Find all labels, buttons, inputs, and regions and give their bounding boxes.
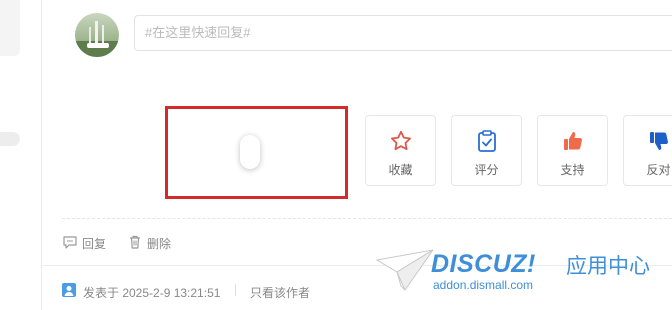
- star-icon: [391, 130, 411, 151]
- thumbs-up-icon: [564, 132, 582, 150]
- favorite-label: 收藏: [388, 163, 413, 177]
- watermark-url: addon.dismall.com: [433, 278, 534, 292]
- quick-reply-input[interactable]: #在这里快速回复#: [134, 15, 672, 51]
- favorite-button[interactable]: 收藏: [365, 115, 436, 186]
- support-button[interactable]: 支持: [537, 115, 608, 186]
- watermark-brand: DISCUZ!: [431, 250, 536, 278]
- support-label: 支持: [560, 163, 585, 177]
- avatar[interactable]: [75, 13, 119, 57]
- discuz-watermark: DISCUZ! 应用中心 addon.dismall.com: [375, 240, 665, 300]
- oppose-label: 反对: [646, 163, 671, 177]
- avatar-image: [75, 13, 119, 57]
- rate-label: 评分: [474, 163, 499, 177]
- trash-icon: [130, 235, 140, 249]
- sidebar-pill: [0, 132, 20, 146]
- sidebar-card: [0, 0, 20, 56]
- divider: [62, 218, 672, 219]
- paper-plane-icon: [375, 249, 434, 292]
- only-author-link[interactable]: 只看该作者: [250, 284, 310, 301]
- delete-label: 删除: [147, 237, 172, 251]
- comment-icon: [63, 236, 77, 249]
- reply-label: 回复: [82, 237, 107, 251]
- toggle-pill[interactable]: [240, 135, 260, 169]
- rate-button[interactable]: 评分: [451, 115, 522, 186]
- meta-separator: [235, 284, 236, 296]
- user-icon: [62, 283, 76, 297]
- watermark-cn: 应用中心: [566, 255, 650, 278]
- left-sidebar: [0, 0, 42, 310]
- highlight-box: [165, 106, 348, 199]
- oppose-button[interactable]: 反对: [623, 115, 672, 186]
- clipboard-check-icon: [478, 130, 496, 152]
- thumbs-down-icon: [650, 132, 668, 150]
- post-date: 发表于 2025-2-9 13:21:51: [83, 286, 221, 300]
